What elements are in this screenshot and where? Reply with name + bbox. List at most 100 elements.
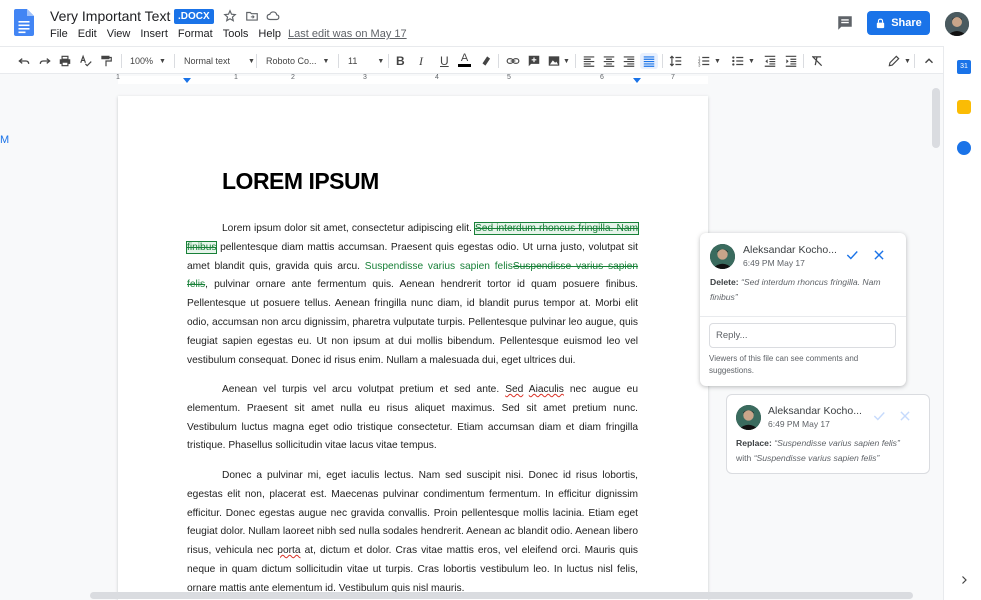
- insert-link-button[interactable]: [506, 53, 520, 69]
- reject-suggestion-icon[interactable]: [872, 248, 886, 262]
- reply-input[interactable]: Reply...: [709, 323, 896, 348]
- share-button[interactable]: Share: [867, 11, 930, 35]
- calendar-icon[interactable]: 31: [957, 60, 971, 74]
- font-select[interactable]: Roboto Co... ▼: [266, 53, 329, 69]
- comment-avatar: [710, 244, 735, 269]
- comment-timestamp: 6:49 PM May 17: [768, 419, 830, 429]
- zoom-select[interactable]: 100% ▼: [130, 53, 166, 69]
- file-extension-badge: .DOCX: [174, 9, 214, 24]
- line-spacing-button[interactable]: [669, 53, 683, 69]
- text-color-button[interactable]: A: [458, 53, 471, 69]
- docs-logo-icon[interactable]: [14, 9, 34, 36]
- chevron-down-icon: ▼: [322, 57, 330, 65]
- document-title[interactable]: Very Important Text: [50, 8, 170, 24]
- add-comment-button[interactable]: [527, 53, 541, 69]
- comment-history-icon[interactable]: [836, 14, 854, 32]
- reject-suggestion-icon[interactable]: [898, 409, 912, 423]
- menu-file[interactable]: File: [50, 28, 68, 40]
- ruler-number: 2: [291, 74, 295, 81]
- toolbar-divider: [803, 54, 804, 68]
- bold-icon: B: [396, 54, 405, 68]
- chevron-down-icon: ▼: [714, 57, 721, 65]
- print-button[interactable]: [58, 53, 72, 69]
- accept-suggestion-icon[interactable]: [845, 248, 859, 262]
- tasks-icon[interactable]: [957, 141, 971, 155]
- redo-button[interactable]: [38, 53, 52, 69]
- ruler[interactable]: 1 1 2 3 4 5 6 7: [0, 74, 943, 86]
- chevron-down-icon: ▼: [159, 57, 166, 65]
- paint-format-button[interactable]: [99, 53, 113, 69]
- vertical-scrollbar[interactable]: [932, 88, 940, 148]
- text-run: Lorem ipsum dolor sit amet, consectetur …: [222, 223, 475, 234]
- left-indent-marker[interactable]: [183, 78, 191, 83]
- numbered-list-button[interactable]: 1 2 3 ▼: [697, 53, 721, 69]
- image-icon: [548, 56, 560, 66]
- align-left-button[interactable]: [582, 53, 596, 69]
- print-icon: [59, 55, 71, 67]
- spelling-error[interactable]: Sed: [505, 384, 523, 395]
- suggested-insertion[interactable]: Suspendisse varius sapien felis: [365, 261, 513, 272]
- editing-mode-button[interactable]: ▼: [887, 53, 911, 69]
- chevron-down-icon: ▼: [563, 57, 570, 65]
- paragraph-3: Donec a pulvinar mi, eget iaculis lectus…: [187, 467, 638, 599]
- menu-edit[interactable]: Edit: [78, 28, 97, 40]
- star-icon[interactable]: [223, 9, 237, 23]
- font-value: Roboto Co...: [266, 56, 317, 66]
- menu-insert[interactable]: Insert: [140, 28, 168, 40]
- spellcheck-button[interactable]: [79, 53, 93, 69]
- increase-indent-button[interactable]: [784, 53, 798, 69]
- align-right-button[interactable]: [622, 53, 636, 69]
- toolbar-divider: [338, 54, 339, 68]
- paint-format-icon: [101, 55, 112, 67]
- italic-icon: I: [419, 53, 423, 68]
- accept-suggestion-icon[interactable]: [872, 409, 886, 423]
- comment-author: Aleksandar Kocho...: [743, 244, 837, 256]
- keep-icon[interactable]: [957, 100, 971, 114]
- spelling-error[interactable]: Aiaculis: [529, 384, 564, 395]
- lock-icon: [877, 18, 885, 28]
- redo-icon: [39, 58, 51, 64]
- suggestion-card-replace[interactable]: Aleksandar Kocho... 6:49 PM May 17 Repla…: [726, 394, 930, 474]
- underline-icon: U: [440, 54, 449, 68]
- chevron-right-icon[interactable]: [958, 574, 970, 586]
- menu-format[interactable]: Format: [178, 28, 213, 40]
- menu-view[interactable]: View: [107, 28, 131, 40]
- account-avatar[interactable]: [945, 12, 969, 36]
- right-indent-marker[interactable]: [633, 78, 641, 83]
- move-to-folder-icon[interactable]: [245, 9, 259, 23]
- toolbar-divider: [575, 54, 576, 68]
- chevron-down-icon: ▼: [748, 57, 755, 65]
- highlight-color-button[interactable]: [479, 53, 493, 69]
- user-photo-icon: [945, 12, 969, 36]
- suggestion-with-label: with: [736, 453, 752, 463]
- paragraph-style-select[interactable]: Normal text ▼: [184, 53, 255, 69]
- numbered-list-icon: 123: [698, 55, 710, 67]
- calendar-day: 31: [960, 63, 968, 70]
- font-size-select[interactable]: 11 ▼: [348, 53, 384, 69]
- menu-tools[interactable]: Tools: [223, 28, 249, 40]
- suggestion-card-delete[interactable]: Aleksandar Kocho... 6:49 PM May 17 Delet…: [700, 233, 906, 386]
- menu-help[interactable]: Help: [258, 28, 281, 40]
- undo-button[interactable]: [17, 53, 31, 69]
- justify-button[interactable]: [640, 53, 658, 69]
- paragraph-2: Aenean vel turpis vel arcu volutpat pret…: [187, 381, 638, 456]
- hide-menus-button[interactable]: [922, 53, 936, 69]
- underline-button[interactable]: U: [440, 53, 449, 69]
- italic-button[interactable]: I: [419, 53, 423, 69]
- formatting-toolbar: 100% ▼ Normal text ▼ Roboto Co... ▼ 11 ▼ B I…: [0, 46, 943, 74]
- horizontal-scrollbar[interactable]: [90, 592, 913, 599]
- spelling-error[interactable]: porta: [277, 545, 300, 556]
- document-page[interactable]: LOREM IPSUM Lorem ipsum dolor sit amet, …: [118, 96, 708, 600]
- cloud-saved-icon[interactable]: [266, 9, 280, 23]
- outline-indicator[interactable]: M: [0, 134, 9, 146]
- insert-image-button[interactable]: ▼: [547, 53, 570, 69]
- decrease-indent-button[interactable]: [763, 53, 777, 69]
- clear-formatting-button[interactable]: [810, 53, 824, 69]
- last-edit-link[interactable]: Last edit was on May 17: [288, 28, 407, 40]
- align-center-button[interactable]: [602, 53, 616, 69]
- bold-button[interactable]: B: [396, 53, 405, 69]
- ruler-track: [118, 76, 708, 84]
- bulleted-list-button[interactable]: ▼: [731, 53, 755, 69]
- bulleted-list-icon: [732, 56, 744, 66]
- clear-formatting-icon: [811, 55, 823, 67]
